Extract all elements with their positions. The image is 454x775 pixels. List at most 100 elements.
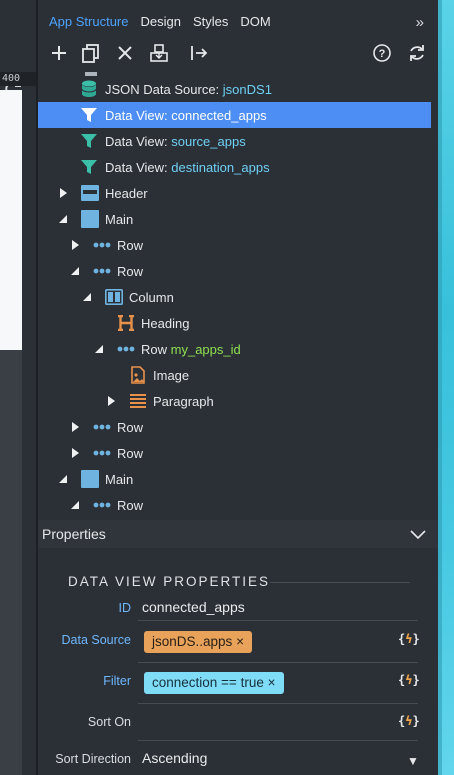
dynamic-data-icon[interactable]: {ϟ} xyxy=(398,632,420,650)
chip-remove-icon[interactable]: × xyxy=(236,634,244,649)
canvas-strip: 400 xyxy=(0,0,37,775)
field-underline xyxy=(138,662,418,663)
dynamic-data-icon[interactable]: {ϟ} xyxy=(398,673,420,691)
tree-row-label: Header xyxy=(105,185,148,201)
tab-styles[interactable]: Styles xyxy=(187,0,234,44)
tree-row-label: Data View: xyxy=(105,159,168,175)
refresh-icon[interactable] xyxy=(406,42,428,64)
collapse-arrow-icon[interactable] xyxy=(70,266,80,276)
tree-row-label: Image xyxy=(153,367,190,383)
structure-tree: JSON Data Source: jsonDS1 Data View: con… xyxy=(38,72,438,514)
property-sort-on: Sort On {ϟ} xyxy=(38,710,438,750)
tree-row-paragraph[interactable]: Paragraph xyxy=(38,388,431,414)
tree-row-column[interactable]: Column xyxy=(38,284,431,310)
tree-row-data-view-connected[interactable]: Data View: connected_apps xyxy=(38,102,431,128)
tab-app-structure[interactable]: App Structure xyxy=(43,0,135,44)
filter-icon xyxy=(80,158,98,176)
tree-row-row[interactable]: Row xyxy=(38,440,431,466)
tree-row-label: Row xyxy=(117,263,144,279)
property-data-source: Data Source jsonDS..apps × {ϟ} xyxy=(38,628,438,668)
more-tabs-icon[interactable]: » xyxy=(416,14,424,31)
edge-shadow xyxy=(438,0,442,775)
tree-row-label: Data View: xyxy=(105,107,168,123)
row-icon xyxy=(93,444,111,462)
add-icon[interactable] xyxy=(48,42,70,64)
data-source-chip[interactable]: jsonDS..apps × xyxy=(144,631,252,653)
data-view-name: connected_apps xyxy=(171,107,267,123)
chip-label: jsonDS..apps xyxy=(152,634,233,649)
collapse-arrow-icon[interactable] xyxy=(58,474,68,484)
row-icon xyxy=(93,236,111,254)
properties-header[interactable]: Properties xyxy=(38,520,438,548)
dynamic-data-icon[interactable]: {ϟ} xyxy=(398,714,420,732)
column-icon xyxy=(105,288,123,306)
filter-chip[interactable]: connection == true × xyxy=(144,672,284,694)
property-label: Sort Direction xyxy=(55,752,131,766)
canvas-toolbar xyxy=(0,36,37,98)
canvas-gutter xyxy=(0,350,22,775)
expand-arrow-icon[interactable] xyxy=(58,188,68,198)
field-underline xyxy=(138,703,418,704)
property-label: Filter xyxy=(103,674,131,688)
tree-row-label: Main xyxy=(105,471,134,487)
property-label: ID xyxy=(118,601,132,615)
ruler: 400 xyxy=(0,72,37,86)
structure-toolbar: ? xyxy=(38,40,438,68)
section-title: DATA VIEW PROPERTIES xyxy=(68,574,271,589)
property-sort-direction: Sort Direction Ascending ▼ xyxy=(38,747,438,775)
id-input[interactable]: connected_apps xyxy=(142,599,245,615)
wrap-icon[interactable] xyxy=(148,42,170,64)
tree-row-row[interactable]: Row xyxy=(38,232,431,258)
tree-row-json-data-source[interactable]: JSON Data Source: jsonDS1 xyxy=(38,76,431,102)
collapse-arrow-icon[interactable] xyxy=(58,214,68,224)
collapse-arrow-icon[interactable] xyxy=(82,292,92,302)
tree-row-row[interactable]: Row xyxy=(38,492,431,514)
properties-title: Properties xyxy=(42,526,106,542)
tree-row-header[interactable]: Header xyxy=(38,180,431,206)
data-view-name: destination_apps xyxy=(171,159,270,175)
field-underline xyxy=(138,740,418,741)
tree-row-row-ids[interactable]: Row my_apps_id xyxy=(38,336,431,362)
tree-row-label: JSON Data Source: xyxy=(105,81,220,97)
duplicate-icon[interactable] xyxy=(80,42,102,64)
filter-icon xyxy=(80,106,98,124)
tree-row-data-view-destination[interactable]: Data View: destination_apps xyxy=(38,154,431,180)
chevron-down-icon[interactable]: ▼ xyxy=(407,754,419,768)
tree-row-main[interactable]: Main xyxy=(38,206,431,232)
tree-row-row[interactable]: Row xyxy=(38,414,431,440)
tree-row-label: Heading xyxy=(141,315,190,331)
collapse-arrow-icon[interactable] xyxy=(94,344,104,354)
expand-arrow-icon[interactable] xyxy=(70,422,80,432)
properties-panel: DATA VIEW PROPERTIES ID connected_apps D… xyxy=(38,548,438,775)
collapse-arrow-icon[interactable] xyxy=(70,500,80,510)
tab-design[interactable]: Design xyxy=(135,0,187,44)
expand-arrow-icon[interactable] xyxy=(70,448,80,458)
unwrap-icon[interactable] xyxy=(188,42,210,64)
tree-row-label: Row xyxy=(141,341,168,357)
sort-direction-select[interactable]: Ascending xyxy=(142,750,207,766)
tree-row-data-view-source[interactable]: Data View: source_apps xyxy=(38,128,431,154)
tree-row-label: Column xyxy=(129,289,174,305)
expand-arrow-icon[interactable] xyxy=(106,396,116,406)
svg-text:?: ? xyxy=(379,48,386,60)
expand-arrow-icon[interactable] xyxy=(70,240,80,250)
chevron-down-icon[interactable] xyxy=(410,526,426,542)
tree-row-heading[interactable]: Heading xyxy=(38,310,431,336)
chip-remove-icon[interactable]: × xyxy=(268,675,276,690)
tree-row-row[interactable]: Row xyxy=(38,258,431,284)
panel-tabs: App Structure Design Styles DOM » xyxy=(38,0,438,44)
main-icon xyxy=(81,210,99,228)
row-icon xyxy=(93,496,111,514)
header-icon xyxy=(81,184,99,202)
database-icon xyxy=(80,80,98,98)
tree-row-main[interactable]: Main xyxy=(38,466,431,492)
tree-row-image[interactable]: Image xyxy=(38,362,431,388)
canvas-page[interactable] xyxy=(0,90,22,350)
tree-row-label: Row xyxy=(117,497,144,513)
help-icon[interactable]: ? xyxy=(371,42,393,64)
image-icon xyxy=(129,366,147,384)
delete-icon[interactable] xyxy=(114,42,136,64)
tab-dom[interactable]: DOM xyxy=(234,0,276,44)
paragraph-icon xyxy=(129,392,147,410)
element-id: my_apps_id xyxy=(170,341,241,357)
